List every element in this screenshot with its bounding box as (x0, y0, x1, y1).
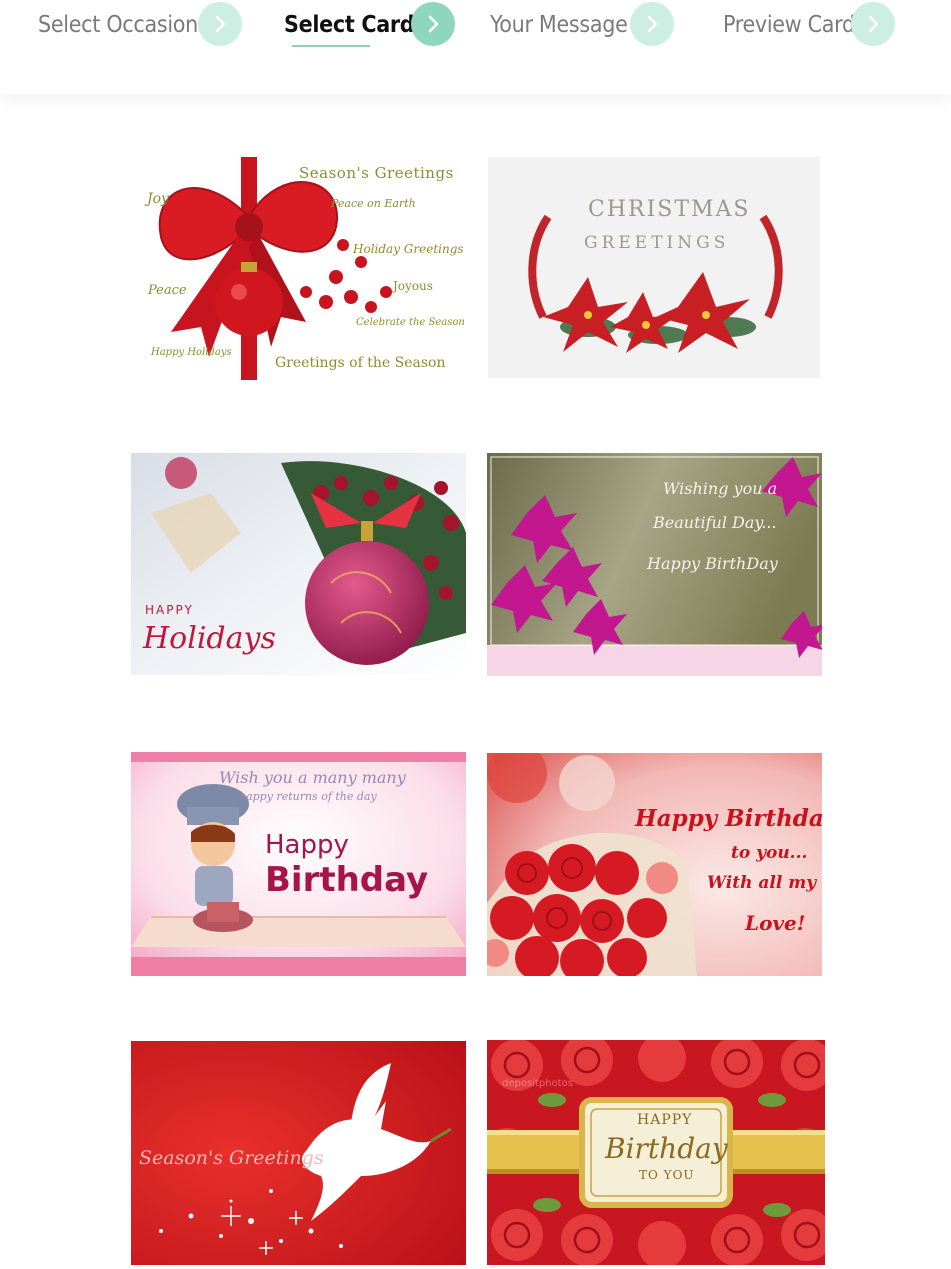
step-label[interactable]: Preview Card (723, 12, 855, 38)
card-text: Happy (265, 830, 349, 860)
card-text: Joy (147, 191, 169, 207)
card-text: Wishing you a (663, 479, 778, 498)
card-text: Celebrate the Season (356, 317, 465, 328)
step-preview-card[interactable]: Preview Card (723, 0, 855, 50)
step-navigation: Select Occasion Select Card Your Message… (0, 0, 951, 94)
card-christmas-greetings-poinsettia[interactable]: CHRISTMAS GREETINGS (488, 157, 820, 378)
card-text: Love! (745, 911, 806, 935)
card-orchid-birthday[interactable]: Wishing you a Beautiful Day... Happy Bir… (487, 453, 822, 676)
card-text: Birthday (265, 860, 429, 900)
active-step-underline (292, 45, 370, 47)
step-label[interactable]: Select Card (284, 12, 415, 38)
preview-card-next-button[interactable] (851, 2, 895, 46)
card-roses-happy-birthday-to-you[interactable]: depositphotos HAPPY Birthday TO YOU (487, 1040, 825, 1265)
card-text: HAPPY (637, 1112, 693, 1128)
your-message-next-button[interactable] (630, 2, 674, 46)
card-text: Peace on Earth (331, 197, 416, 210)
card-text: to you... (731, 843, 808, 863)
step-label[interactable]: Your Message (490, 12, 628, 38)
card-text: Season's Greetings (299, 164, 454, 182)
card-text: Happy Birthday (635, 805, 822, 832)
card-text: Happy Holidays (151, 347, 232, 358)
card-text: Greetings of the Season (275, 355, 446, 371)
card-text: Holidays (143, 621, 276, 656)
chevron-right-icon (428, 15, 439, 33)
card-text: Happy BirthDay (647, 554, 778, 573)
select-occasion-next-button[interactable] (198, 2, 242, 46)
step-label[interactable]: Select Occasion (38, 12, 198, 38)
card-dove-seasons-greetings[interactable]: Season's Greetings (131, 1041, 466, 1265)
card-text: Holiday Greetings (353, 242, 464, 256)
card-text: TO YOU (639, 1168, 695, 1182)
step-your-message[interactable]: Your Message (490, 0, 628, 50)
card-text: Wish you a many many (219, 768, 406, 787)
card-text: HAPPY (145, 603, 194, 617)
select-card-next-button[interactable] (411, 2, 455, 46)
chevron-right-icon (215, 15, 226, 33)
step-select-card[interactable]: Select Card (284, 0, 415, 50)
card-text: Joyous (393, 279, 433, 293)
card-text: happy returns of the day (239, 790, 377, 803)
chevron-right-icon (868, 15, 879, 33)
red-roses-bouquet-image (487, 753, 822, 976)
step-select-occasion[interactable]: Select Occasion (38, 0, 198, 50)
card-text: Beautiful Day... (653, 513, 777, 532)
card-text: With all my (707, 873, 817, 893)
card-text: Peace (148, 283, 187, 298)
card-seasons-greetings-bow[interactable]: Season's Greetings Joy Peace on Earth Ho… (131, 157, 471, 380)
card-chef-boy-birthday[interactable]: Wish you a many many happy returns of th… (131, 752, 466, 976)
watermark-text: depositphotos (502, 1078, 573, 1089)
card-text: Season's Greetings (139, 1147, 324, 1169)
poinsettia-garland-image (488, 157, 820, 378)
card-roses-birthday-love[interactable]: Happy Birthday to you... With all my Lov… (487, 753, 822, 976)
card-text: CHRISTMAS (588, 197, 751, 222)
card-text: GREETINGS (584, 233, 730, 253)
card-happy-holidays-ornament[interactable]: HAPPY Holidays (131, 453, 466, 675)
chevron-right-icon (647, 15, 658, 33)
card-text: Birthday (605, 1132, 728, 1165)
